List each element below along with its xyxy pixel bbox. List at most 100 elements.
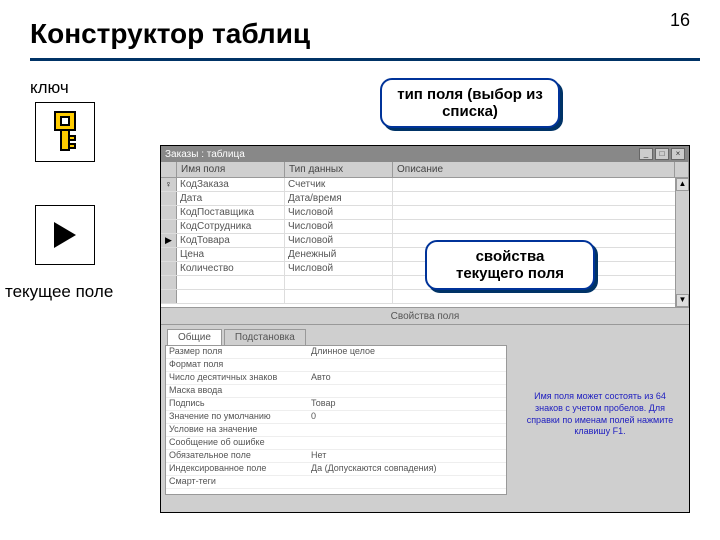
table-row[interactable]: КодПоставщикаЧисловой	[161, 206, 689, 220]
callout-field-type: тип поля (выбор из списка)	[380, 78, 560, 128]
cell-field-name[interactable]: КодПоставщика	[177, 206, 285, 219]
property-row[interactable]: Смарт-теги	[166, 476, 506, 489]
key-icon	[45, 110, 85, 154]
tab-lookup[interactable]: Подстановка	[224, 329, 306, 345]
property-value[interactable]: Длинное целое	[308, 346, 506, 358]
row-selector[interactable]: ♀	[161, 178, 177, 191]
slide-title: Конструктор таблиц	[0, 0, 720, 58]
property-row[interactable]: Формат поля	[166, 359, 506, 372]
property-value[interactable]: Авто	[308, 372, 506, 384]
grid-body: ♀КодЗаказаСчетчикДатаДата/времяКодПостав…	[161, 178, 689, 308]
property-value[interactable]	[308, 476, 506, 488]
page-number: 16	[670, 10, 690, 31]
cell-field-type[interactable]: Счетчик	[285, 178, 393, 191]
property-row[interactable]: Условие на значение	[166, 424, 506, 437]
property-row[interactable]: Маска ввода	[166, 385, 506, 398]
cell-field-name[interactable]: Дата	[177, 192, 285, 205]
table-row[interactable]: ♀КодЗаказаСчетчик	[161, 178, 689, 192]
cell-description[interactable]	[393, 192, 689, 205]
cell-description[interactable]	[393, 290, 689, 303]
table-row[interactable]: ▶КодТовараЧисловой	[161, 234, 689, 248]
title-underline	[30, 58, 700, 61]
cell-field-name[interactable]	[177, 276, 285, 289]
minimize-button[interactable]: _	[639, 148, 653, 160]
hint-text: Имя поля может состоять из 64 знаков с у…	[519, 391, 681, 438]
scroll-down-icon[interactable]: ▼	[676, 294, 689, 307]
cell-description[interactable]	[393, 178, 689, 191]
row-selector[interactable]	[161, 248, 177, 261]
current-row-icon-box	[35, 205, 95, 265]
property-row[interactable]: Обязательное полеНет	[166, 450, 506, 463]
row-selector[interactable]: ▶	[161, 234, 177, 247]
property-value[interactable]: Да (Допускаются совпадения)	[308, 463, 506, 475]
table-row[interactable]	[161, 290, 689, 304]
property-row[interactable]: Размер поляДлинное целое	[166, 346, 506, 359]
property-label: Обязательное поле	[166, 450, 308, 462]
cell-field-name[interactable]: КодЗаказа	[177, 178, 285, 191]
property-label: Размер поля	[166, 346, 308, 358]
cell-field-type[interactable]: Дата/время	[285, 192, 393, 205]
cell-field-name[interactable]: КодТовара	[177, 234, 285, 247]
cell-field-name[interactable]	[177, 290, 285, 303]
properties-tabs: Общие Подстановка	[161, 325, 511, 345]
row-selector[interactable]	[161, 262, 177, 275]
properties-caption: Свойства поля	[161, 308, 689, 324]
property-label: Условие на значение	[166, 424, 308, 436]
property-value[interactable]: Нет	[308, 450, 506, 462]
grid-header: Имя поля Тип данных Описание	[161, 162, 689, 178]
property-value[interactable]	[308, 424, 506, 436]
property-value[interactable]: 0	[308, 411, 506, 423]
property-label: Формат поля	[166, 359, 308, 371]
cell-field-type[interactable]: Числовой	[285, 234, 393, 247]
table-row[interactable]: КодСотрудникаЧисловой	[161, 220, 689, 234]
property-row[interactable]: ПодписьТовар	[166, 398, 506, 411]
key-icon-box	[35, 102, 95, 162]
property-row[interactable]: Число десятичных знаковАвто	[166, 372, 506, 385]
row-selector[interactable]	[161, 290, 177, 303]
cell-field-name[interactable]: КодСотрудника	[177, 220, 285, 233]
cell-field-type[interactable]	[285, 276, 393, 289]
maximize-button[interactable]: □	[655, 148, 669, 160]
row-selector[interactable]	[161, 206, 177, 219]
row-selector[interactable]	[161, 276, 177, 289]
scroll-up-icon[interactable]: ▲	[676, 178, 689, 191]
hint-panel: Имя поля может состоять из 64 знаков с у…	[511, 325, 689, 504]
cell-field-name[interactable]: Цена	[177, 248, 285, 261]
property-value[interactable]: Товар	[308, 398, 506, 410]
table-row[interactable]: ДатаДата/время	[161, 192, 689, 206]
close-button[interactable]: ×	[671, 148, 685, 160]
property-row[interactable]: Значение по умолчанию0	[166, 411, 506, 424]
property-value[interactable]	[308, 385, 506, 397]
property-value[interactable]	[308, 359, 506, 371]
cell-field-type[interactable]: Числовой	[285, 220, 393, 233]
window-title: Заказы : таблица	[165, 149, 245, 160]
cell-field-name[interactable]: Количество	[177, 262, 285, 275]
label-current-field: текущее поле	[5, 282, 113, 302]
property-label: Подпись	[166, 398, 308, 410]
callout-properties: свойства текущего поля	[425, 240, 595, 290]
property-label: Смарт-теги	[166, 476, 308, 488]
cell-description[interactable]	[393, 206, 689, 219]
cell-field-type[interactable]: Числовой	[285, 262, 393, 275]
col-header-type[interactable]: Тип данных	[285, 162, 393, 177]
col-header-desc[interactable]: Описание	[393, 162, 675, 177]
property-label: Маска ввода	[166, 385, 308, 397]
label-key: ключ	[30, 78, 69, 98]
col-header-name[interactable]: Имя поля	[177, 162, 285, 177]
window-titlebar[interactable]: Заказы : таблица _ □ ×	[161, 146, 689, 162]
property-row[interactable]: Индексированное полеДа (Допускаются совп…	[166, 463, 506, 476]
row-selector[interactable]	[161, 192, 177, 205]
access-table-designer-window: Заказы : таблица _ □ × Имя поля Тип данн…	[160, 145, 690, 513]
property-row[interactable]: Сообщение об ошибке	[166, 437, 506, 450]
vertical-scrollbar[interactable]: ▲ ▼	[675, 178, 689, 307]
property-grid[interactable]: Размер поляДлинное целоеФормат поляЧисло…	[165, 345, 507, 495]
property-value[interactable]	[308, 437, 506, 449]
tab-general[interactable]: Общие	[167, 329, 222, 345]
cell-field-type[interactable]: Денежный	[285, 248, 393, 261]
cell-description[interactable]	[393, 220, 689, 233]
row-selector[interactable]	[161, 220, 177, 233]
cell-field-type[interactable]	[285, 290, 393, 303]
property-label: Сообщение об ошибке	[166, 437, 308, 449]
cell-field-type[interactable]: Числовой	[285, 206, 393, 219]
triangle-right-icon	[48, 218, 82, 252]
